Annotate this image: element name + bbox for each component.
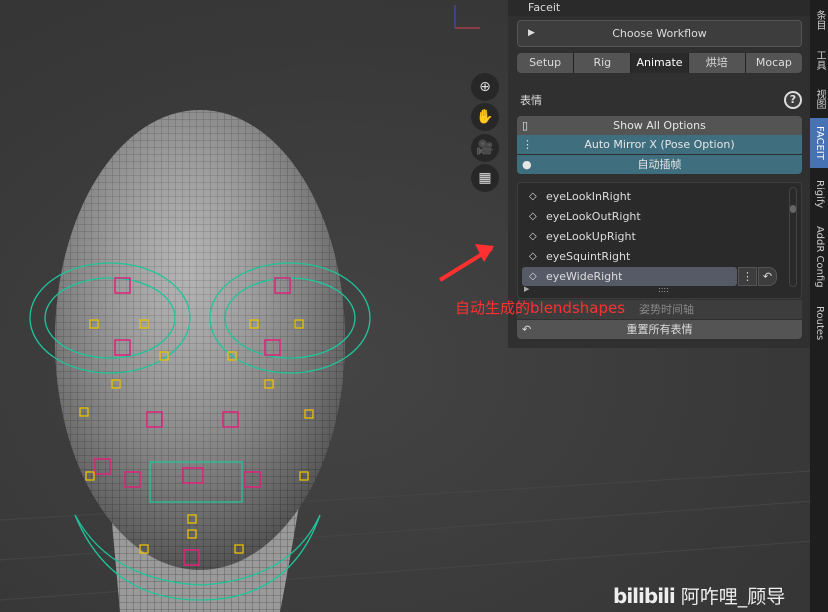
list-item[interactable]: ◇ eyeLookInRight	[522, 187, 737, 206]
list-item[interactable]: ◇ eyeLookUpRight	[522, 227, 737, 246]
record-dot-icon: ●	[522, 158, 532, 171]
hand-pan-icon[interactable]: ✋	[471, 103, 499, 131]
sidebar-tabs: 条目 工具 视图 FACEIT Rigify AddR Config Route…	[810, 0, 828, 612]
reset-expression-button[interactable]: ↶	[758, 267, 777, 286]
expand-triangle-icon: ▶	[528, 28, 535, 38]
tab-animate[interactable]: Animate	[631, 53, 688, 73]
tab-setup[interactable]: Setup	[517, 53, 574, 73]
keyframe-diamond-icon[interactable]: ◇	[529, 187, 537, 206]
sidebar-tab-addr-config[interactable]: AddR Config	[810, 222, 828, 292]
sidebar-tab-rigify[interactable]: Rigify	[810, 172, 828, 216]
auto-keyframe-label: 自动插帧	[637, 158, 682, 171]
workflow-label: Choose Workflow	[612, 27, 707, 40]
expression-name: eyeWideRight	[546, 270, 623, 283]
annotation-text: 自动生成的blendshapes	[455, 299, 626, 317]
workflow-tabs: Setup Rig Animate 烘培 Mocap	[517, 53, 802, 73]
expression-name: eyeLookInRight	[546, 190, 631, 203]
zoom-icon[interactable]: ⊕	[471, 73, 499, 101]
grid-perspective-icon[interactable]: ▦	[471, 164, 499, 192]
panel-icon: ▯	[522, 119, 529, 132]
mirror-icon: ⋮	[522, 138, 533, 151]
sidebar-tab-view[interactable]: 视图	[810, 80, 828, 118]
tab-mocap[interactable]: Mocap	[745, 53, 802, 73]
list-item[interactable]: ◇ eyeSquintRight	[522, 247, 737, 266]
auto-keyframe-toggle[interactable]: ● 自动插帧	[517, 155, 802, 174]
sidebar-tab-tool[interactable]: 工具	[810, 40, 828, 80]
auto-mirror-label: Auto Mirror X (Pose Option)	[584, 138, 735, 151]
keyframe-diamond-icon[interactable]: ◇	[529, 207, 537, 226]
sidebar-tab-item[interactable]: 条目	[810, 0, 828, 40]
show-all-options-toggle[interactable]: ▯ Show All Options	[517, 116, 802, 135]
expression-name: eyeSquintRight	[546, 250, 631, 263]
list-item[interactable]: ◇ eyeLookOutRight	[522, 207, 737, 226]
sidebar-tab-routes[interactable]: Routes	[810, 300, 828, 346]
reset-all-expressions-button[interactable]: ↶ 重置所有表情	[517, 320, 802, 339]
keyframe-diamond-icon[interactable]: ◇	[529, 267, 537, 286]
list-resize-grip[interactable]: ::::	[658, 285, 669, 294]
bilibili-logo: bilibili	[613, 583, 676, 608]
auto-mirror-toggle[interactable]: ⋮ Auto Mirror X (Pose Option)	[517, 135, 802, 154]
help-icon[interactable]: ?	[784, 91, 802, 109]
expression-name: eyeLookUpRight	[546, 230, 636, 243]
section-title: 表情	[520, 94, 542, 107]
mirror-expression-button[interactable]: ⋮	[738, 267, 757, 286]
choose-workflow-button[interactable]: ▶ Choose Workflow	[517, 20, 802, 47]
keyframe-diamond-icon[interactable]: ◇	[529, 247, 537, 266]
camera-icon[interactable]: 🎥	[471, 134, 499, 162]
watermark-author: 阿咋哩_顾导	[680, 586, 786, 608]
undo-icon: ↶	[522, 323, 532, 336]
list-item-selected[interactable]: ◇ eyeWideRight	[522, 267, 737, 286]
tab-rig[interactable]: Rig	[574, 53, 631, 73]
sidebar-tab-faceit[interactable]: FACEIT	[810, 118, 828, 168]
tab-bake[interactable]: 烘培	[688, 53, 745, 73]
axis-gizmo	[454, 5, 480, 29]
watermark: bilibili 阿咋哩_顾导	[613, 582, 785, 609]
expression-name: eyeLookOutRight	[546, 210, 641, 223]
expression-list[interactable]: ◇ eyeLookInRight ◇ eyeLookOutRight ◇ eyeLoo…	[517, 182, 802, 299]
reset-all-label: 重置所有表情	[626, 323, 693, 336]
show-all-options-label: Show All Options	[613, 119, 706, 132]
expand-triangle-icon[interactable]: ▶	[524, 285, 529, 293]
faceit-panel: Faceit ▶ Choose Workflow Setup Rig Anima…	[508, 0, 810, 348]
keyframe-diamond-icon[interactable]: ◇	[529, 227, 537, 246]
panel-header[interactable]: Faceit	[508, 0, 810, 16]
list-scrollbar[interactable]	[789, 187, 797, 287]
